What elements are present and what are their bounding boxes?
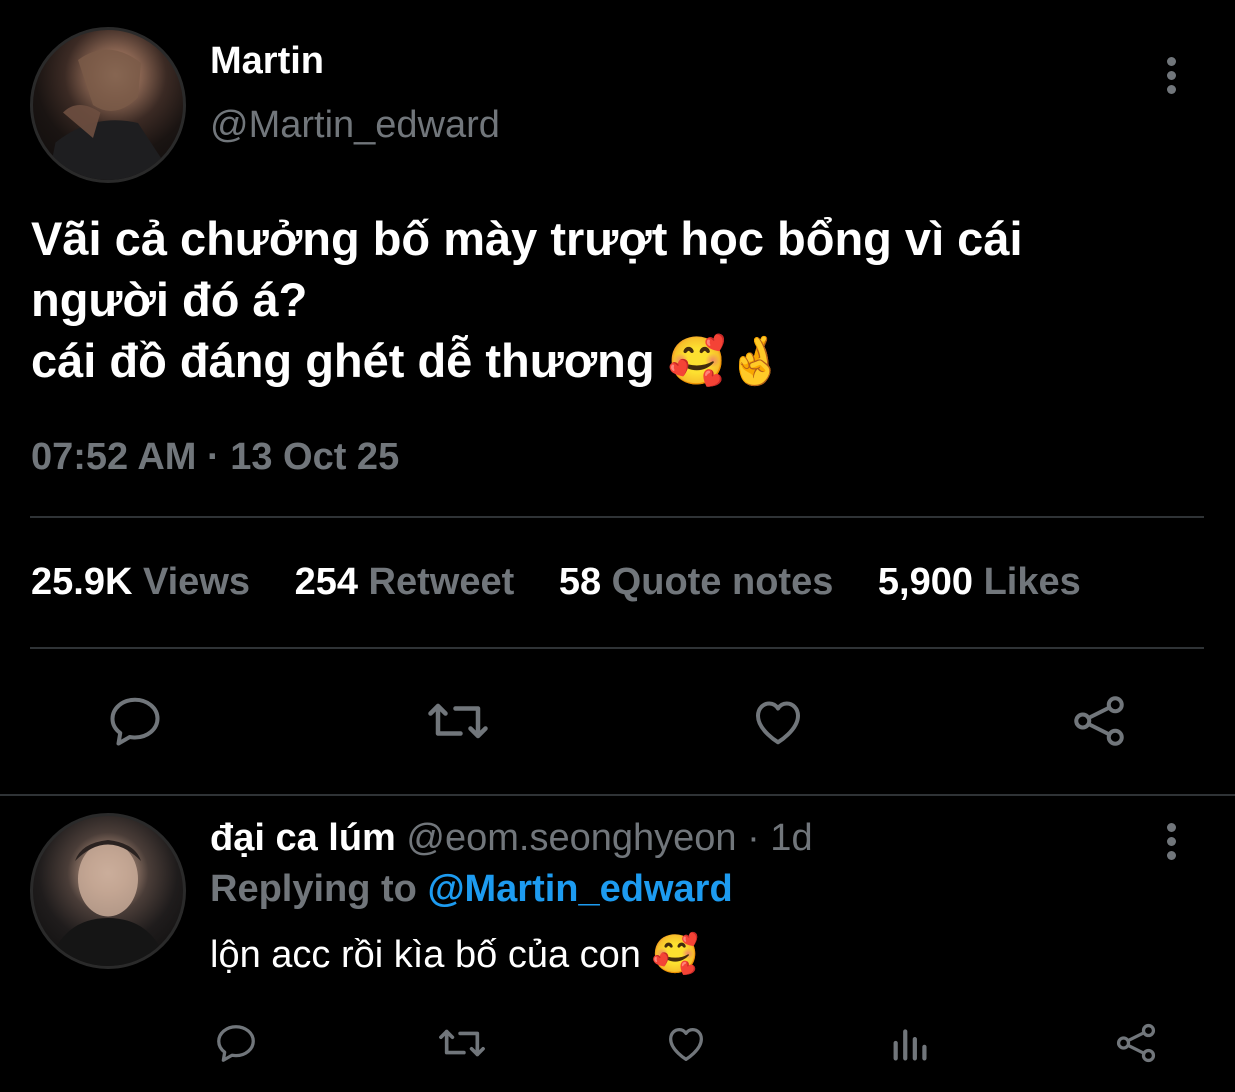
tweet-timestamp[interactable]: 07:52 AM · 13 Oct 25: [31, 436, 399, 479]
retweet-icon: [428, 703, 488, 739]
share-button[interactable]: [1069, 691, 1129, 751]
replying-to: Replying to @Martin_edward: [210, 868, 733, 911]
reply-like-button[interactable]: [663, 1020, 709, 1066]
like-icon: [669, 1027, 703, 1061]
tweet-stats: 25.9K Views 254 Retweet 58 Quote notes 5…: [31, 561, 1115, 604]
reply-author-avatar[interactable]: [30, 813, 186, 969]
stat-count: 25.9K: [31, 561, 133, 603]
author-handle[interactable]: @Martin_edward: [210, 104, 500, 147]
replying-to-label: Replying to: [210, 868, 417, 910]
author-avatar[interactable]: [30, 27, 186, 183]
reply-text-content: lộn acc rồi kìa bố của con: [210, 934, 641, 976]
more-dot-icon: [1166, 85, 1176, 94]
author-name[interactable]: Martin: [210, 40, 324, 83]
tweet-text: Vãi cả chưởng bố mày trượt học bổng vì c…: [31, 208, 1211, 392]
reply-share-button[interactable]: [1113, 1020, 1159, 1066]
reply-more-options-button[interactable]: [1161, 818, 1181, 864]
reply-icon: [217, 1025, 255, 1062]
tweet-text-line-content: cái đồ đáng ghét dễ thương: [31, 334, 655, 387]
more-dot-icon: [1166, 851, 1176, 860]
share-icon: [1116, 1023, 1156, 1063]
divider: [0, 794, 1235, 796]
retweet-icon: [439, 1029, 485, 1057]
emoji-smiling-hearts-fingers-crossed: 🥰🤞: [667, 334, 785, 389]
stat-likes[interactable]: 5,900 Likes: [878, 561, 1081, 604]
more-dot-icon: [1166, 823, 1176, 832]
reply-button[interactable]: [105, 691, 165, 751]
reply-reply-button[interactable]: [213, 1020, 259, 1066]
replying-to-handle[interactable]: @Martin_edward: [427, 868, 732, 910]
stat-label: Retweet: [368, 561, 515, 603]
tweet-text-line: cái đồ đáng ghét dễ thương 🥰🤞: [31, 330, 1211, 392]
stat-retweets[interactable]: 254 Retweet: [295, 561, 515, 604]
more-dot-icon: [1166, 57, 1176, 66]
share-icon: [1074, 696, 1124, 746]
reply-views-button[interactable]: [888, 1020, 934, 1066]
reply-retweet-button[interactable]: [437, 1020, 487, 1066]
reply-icon: [110, 697, 160, 746]
avatar-image: [48, 840, 168, 966]
stat-count: 5,900: [877, 561, 974, 603]
views-icon: [893, 1029, 927, 1061]
reply-text: lộn acc rồi kìa bố của con 🥰: [210, 932, 699, 977]
more-dot-icon: [1166, 71, 1176, 80]
stat-count: 254: [294, 561, 358, 603]
divider: [30, 516, 1204, 518]
stat-label: Views: [142, 561, 251, 603]
reply-time[interactable]: · 1d: [747, 817, 812, 859]
more-options-button[interactable]: [1161, 52, 1181, 98]
like-button[interactable]: [748, 691, 808, 751]
stat-quotes[interactable]: 58 Quote notes: [559, 561, 834, 604]
tweet-text-line: người đó á?: [31, 273, 308, 326]
avatar-image: [48, 49, 176, 180]
more-dot-icon: [1166, 837, 1176, 846]
tweet-text-line: Vãi cả chưởng bố mày trượt học bổng vì c…: [31, 212, 1023, 265]
emoji-smiling-hearts: 🥰: [651, 932, 699, 976]
stat-label: Quote notes: [611, 561, 834, 603]
reply-author-handle[interactable]: @eom.seonghyeon: [406, 817, 736, 859]
like-icon: [756, 701, 800, 745]
reply-header: đại ca lúm @eom.seonghyeon · 1d: [210, 817, 813, 860]
tweet-detail-page: Martin @Martin_edward Vãi cả chưởng bố m…: [0, 0, 1235, 1092]
stat-label: Likes: [983, 561, 1081, 603]
retweet-button[interactable]: [425, 691, 491, 751]
reply-author-name[interactable]: đại ca lúm: [210, 817, 396, 859]
stat-views[interactable]: 25.9K Views: [31, 561, 250, 604]
divider: [30, 647, 1204, 649]
stat-count: 58: [558, 561, 602, 603]
